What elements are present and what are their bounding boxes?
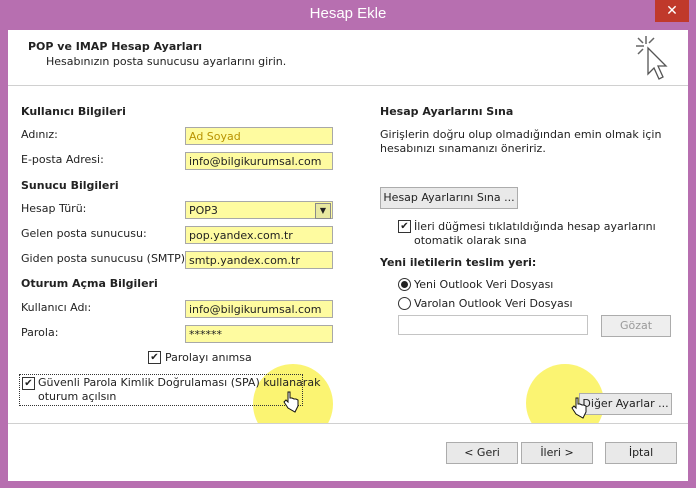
auto-test-line1: İleri düğmesi tıklatıldığında hesap ayar… — [414, 220, 656, 233]
existing-data-file-radio[interactable] — [398, 297, 411, 310]
account-type-select[interactable]: POP3 ▼ — [185, 201, 333, 219]
outgoing-server-label: Giden posta sunucusu (SMTP): — [21, 252, 189, 265]
auto-test-checkbox[interactable]: ✔ — [398, 220, 411, 233]
data-file-path-input — [398, 315, 588, 335]
password-label: Parola: — [21, 326, 59, 339]
close-button[interactable]: ✕ — [655, 0, 689, 22]
existing-data-file-label: Varolan Outlook Veri Dosyası — [414, 297, 573, 310]
spa-checkbox[interactable]: ✔ — [22, 377, 35, 390]
account-type-label: Hesap Türü: — [21, 202, 87, 215]
window-title: Hesap Ekle — [309, 5, 387, 22]
more-settings-button[interactable]: Diğer Ayarlar ... — [579, 393, 672, 415]
page-title: POP ve IMAP Hesap Ayarları — [28, 40, 203, 53]
username-label: Kullanıcı Adı: — [21, 301, 92, 314]
dialog-header: POP ve IMAP Hesap Ayarları Hesabınızın p… — [8, 30, 688, 86]
next-button[interactable]: İleri > — [521, 442, 593, 464]
auto-test-line2: otomatik olarak sına — [414, 234, 527, 247]
email-label: E-posta Adresi: — [21, 153, 104, 166]
cursor-sparkle-icon — [636, 36, 668, 80]
outgoing-server-input[interactable]: smtp.yandex.com.tr — [185, 251, 333, 269]
incoming-server-label: Gelen posta sunucusu: — [21, 227, 147, 240]
dialog-content: POP ve IMAP Hesap Ayarları Hesabınızın p… — [8, 30, 688, 481]
back-button[interactable]: < Geri — [446, 442, 518, 464]
dialog-window: Hesap Ekle ✕ POP ve IMAP Hesap Ayarları … — [0, 0, 696, 488]
hand-cursor-icon — [571, 397, 587, 419]
email-input[interactable]: info@bilgikurumsal.com — [185, 152, 333, 170]
user-info-heading: Kullanıcı Bilgileri — [21, 105, 126, 118]
account-type-value: POP3 — [189, 204, 218, 217]
chevron-down-icon[interactable]: ▼ — [315, 203, 331, 219]
test-desc-line1: Girişlerin doğru olup olmadığından emin … — [380, 128, 662, 141]
dialog-body: Kullanıcı Bilgileri Adınız: Ad Soyad E-p… — [8, 86, 688, 444]
test-settings-button[interactable]: Hesap Ayarlarını Sına ... — [380, 187, 518, 209]
dialog-footer: < Geri İleri > İptal — [8, 423, 688, 481]
test-settings-heading: Hesap Ayarlarını Sına — [380, 105, 514, 118]
cancel-button[interactable]: İptal — [605, 442, 677, 464]
new-data-file-radio[interactable] — [398, 278, 411, 291]
new-data-file-label: Yeni Outlook Veri Dosyası — [414, 278, 554, 291]
name-input[interactable]: Ad Soyad — [185, 127, 333, 145]
browse-button: Gözat — [601, 315, 671, 337]
spa-label-line2: oturum açılsın — [38, 390, 117, 403]
spa-label-line1: Güvenli Parola Kimlik Doğrulaması (SPA) … — [38, 376, 321, 389]
password-input[interactable]: ****** — [185, 325, 333, 343]
server-info-heading: Sunucu Bilgileri — [21, 179, 119, 192]
username-input[interactable]: info@bilgikurumsal.com — [185, 300, 333, 318]
page-subtitle: Hesabınızın posta sunucusu ayarlarını gi… — [46, 55, 287, 68]
remember-password-label: Parolayı anımsa — [165, 351, 252, 364]
login-info-heading: Oturum Açma Bilgileri — [21, 277, 158, 290]
delivery-heading: Yeni iletilerin teslim yeri: — [380, 256, 537, 269]
test-desc-line2: hesabınızı sınamanızı öneririz. — [380, 142, 546, 155]
name-label: Adınız: — [21, 128, 58, 141]
incoming-server-input[interactable]: pop.yandex.com.tr — [185, 226, 333, 244]
hand-cursor-icon — [283, 391, 299, 413]
remember-password-checkbox[interactable]: ✔ — [148, 351, 161, 364]
